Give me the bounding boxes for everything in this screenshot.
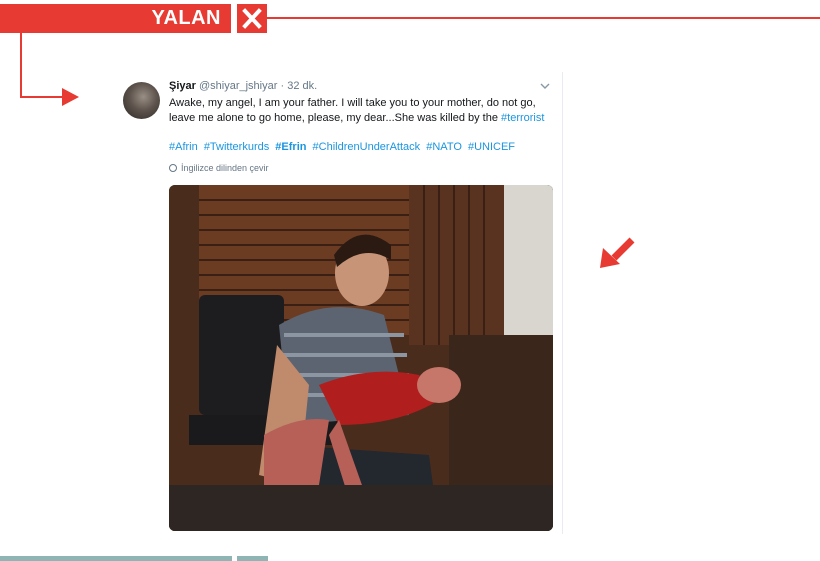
hashtag-link[interactable]: #ChildrenUnderAttack <box>313 141 421 153</box>
tweet-header: Şiyar @shiyar_jshiyar · 32 dk. <box>169 80 317 92</box>
tweet-card[interactable]: Şiyar @shiyar_jshiyar · 32 dk. Awake, my… <box>112 72 563 534</box>
chevron-down-icon[interactable] <box>539 81 551 91</box>
photo-illustration <box>169 185 553 531</box>
tweet-body: Awake, my angel, I am your father. I wil… <box>169 97 536 124</box>
separator: · <box>280 80 285 92</box>
connector-arrow-icon <box>20 33 79 106</box>
user-handle[interactable]: @shiyar_jshiyar <box>199 80 277 92</box>
close-icon <box>237 4 267 33</box>
bottom-strip <box>0 556 232 561</box>
tweet-text: Awake, my angel, I am your father. I wil… <box>169 96 551 126</box>
timestamp[interactable]: 32 dk. <box>287 80 317 92</box>
hashtag-list: #Afrin #Twitterkurds #Efrin #ChildrenUnd… <box>169 141 551 153</box>
divider-line <box>267 17 820 19</box>
hashtag-link[interactable]: #NATO <box>426 141 462 153</box>
display-name[interactable]: Şiyar <box>169 80 196 92</box>
hashtag-link[interactable]: #terrorist <box>501 112 544 124</box>
hashtag-link[interactable]: #Twitterkurds <box>204 141 269 153</box>
tweet-photo[interactable] <box>169 185 553 531</box>
bottom-strip <box>237 556 268 561</box>
hashtag-link[interactable]: #UNICEF <box>468 141 515 153</box>
pointer-arrow-icon <box>600 237 635 268</box>
hashtag-link[interactable]: #Afrin <box>169 141 198 153</box>
hashtag-link[interactable]: #Efrin <box>275 141 306 153</box>
avatar[interactable] <box>123 82 160 119</box>
translate-link[interactable]: İngilizce dilinden çevir <box>169 163 269 173</box>
globe-icon <box>169 164 177 172</box>
verdict-label: YALAN <box>0 4 231 33</box>
translate-label: İngilizce dilinden çevir <box>181 163 269 173</box>
